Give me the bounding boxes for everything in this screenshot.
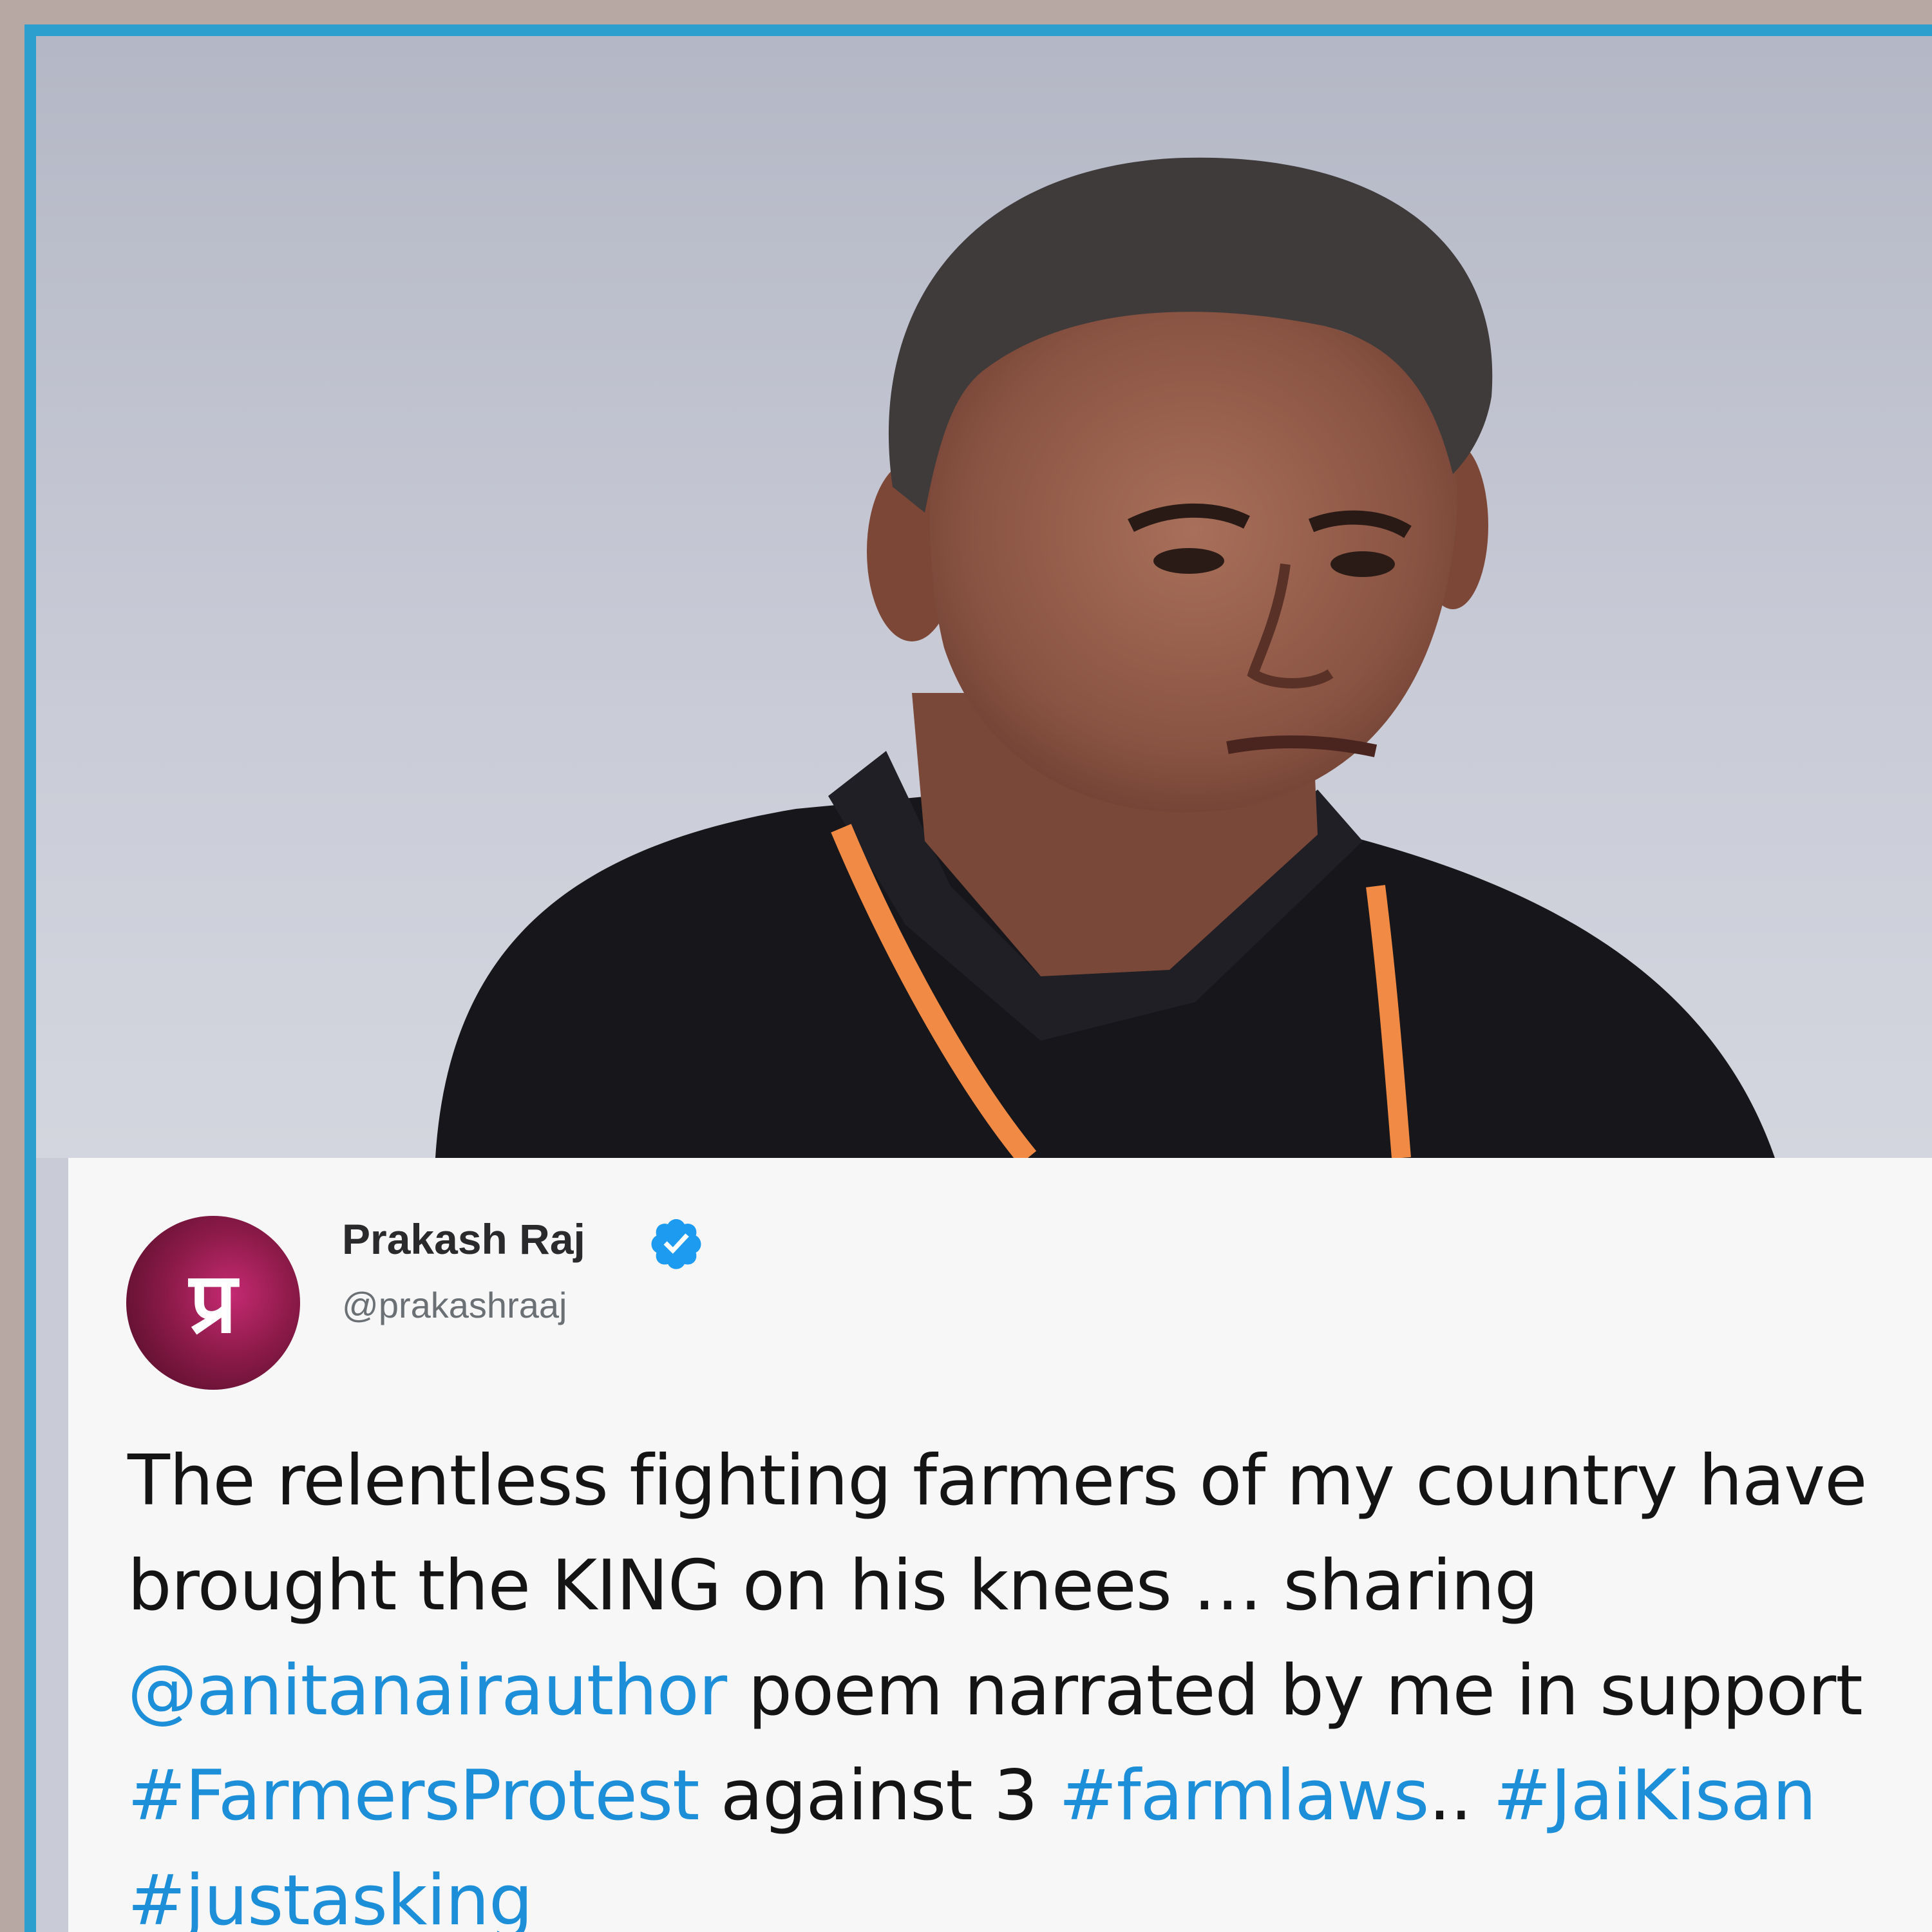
tweet-text-segment: against 3 xyxy=(699,1756,1059,1836)
profile-avatar[interactable]: प्र xyxy=(126,1216,300,1390)
hashtag-link[interactable]: #justasking xyxy=(128,1861,533,1932)
hashtag-link[interactable]: #farmlaws xyxy=(1059,1756,1429,1836)
tweet-card: प्र Prakash Raj @prakashraaj The relentl… xyxy=(68,1158,1932,1932)
verified-badge-icon xyxy=(651,1219,701,1269)
tweet-text: The relentless fighting farmers of my co… xyxy=(128,1428,1931,1932)
image-frame: प्र Prakash Raj @prakashraaj The relentl… xyxy=(24,24,1932,1932)
tweet-text-segment: The relentless fighting farmers of my co… xyxy=(128,1441,1868,1626)
tweet-text-segment: .. xyxy=(1428,1756,1493,1836)
hashtag-link[interactable]: #FarmersProtest xyxy=(128,1756,699,1836)
avatar-glyph: प्र xyxy=(189,1253,237,1352)
author-name[interactable]: Prakash Raj xyxy=(342,1215,585,1264)
author-handle[interactable]: @prakashraaj xyxy=(342,1284,567,1326)
photo-of-man xyxy=(36,36,1932,1158)
tweet-text-segment: poem narrated by me in support xyxy=(726,1651,1862,1731)
hashtag-link[interactable]: #JaiKisan xyxy=(1493,1756,1816,1836)
mention-link[interactable]: @anitanairauthor xyxy=(128,1651,727,1731)
